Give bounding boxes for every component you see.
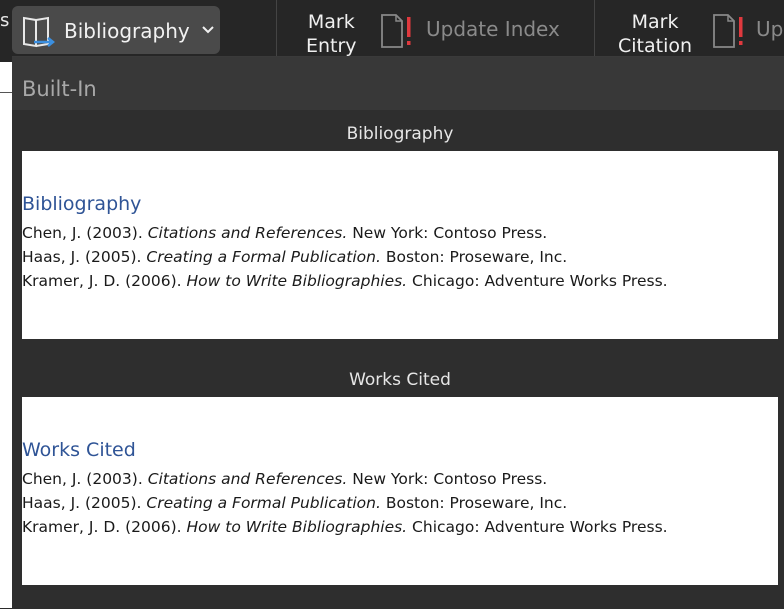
preview-entry: Kramer, J. D. (2006). How to Write Bibli… <box>22 272 668 290</box>
gallery-item-title: Works Cited <box>349 370 451 390</box>
document-page-edge <box>0 62 12 608</box>
preview-heading: Works Cited <box>22 439 136 461</box>
mark-entry-line2: Entry <box>306 35 357 57</box>
preview-entry: Haas, J. (2005). Creating a Formal Publi… <box>22 494 568 512</box>
gallery-item-works-cited[interactable]: Works Cited Chen, J. (2003). Citations a… <box>22 397 778 585</box>
gallery-item-bibliography[interactable]: Bibliography Chen, J. (2003). Citations … <box>22 151 778 339</box>
mark-citation-line2: Citation <box>618 35 693 57</box>
bibliography-button-label: Bibliography <box>64 19 190 43</box>
mark-citation-button[interactable]: Mark Citation <box>618 10 692 58</box>
preview-entry: Chen, J. (2003). Citations and Reference… <box>22 470 548 488</box>
preview-entry: Haas, J. (2005). Creating a Formal Publi… <box>22 248 568 266</box>
gallery-item-title: Bibliography <box>346 124 454 144</box>
update-table-button[interactable]: Up <box>756 17 783 41</box>
doc-alert-icon <box>381 14 411 48</box>
document-rule-line <box>0 92 12 93</box>
preview-entry: Chen, J. (2003). Citations and Reference… <box>22 224 548 242</box>
mark-entry-line1: Mark <box>307 11 355 33</box>
update-index-button[interactable]: Update Index <box>426 17 560 41</box>
doc-alert-icon <box>713 14 743 48</box>
mark-entry-button[interactable]: Mark Entry <box>306 10 357 58</box>
ribbon-separator <box>594 0 595 58</box>
preview-entry: Kramer, J. D. (2006). How to Write Bibli… <box>22 518 668 536</box>
bibliography-gallery-panel: Built-In Bibliography Bibliography Chen,… <box>12 56 784 609</box>
built-in-header-label: Built-In <box>22 77 97 101</box>
chevron-down-icon <box>202 26 214 34</box>
cut-off-ribbon-label: s <box>0 10 10 31</box>
gallery-header: Built-In <box>12 57 784 110</box>
ribbon-separator <box>276 0 277 58</box>
ribbon-toolbar: s Bibliography Mark Entry Update Index M… <box>0 0 784 62</box>
mark-citation-line1: Mark <box>631 11 679 33</box>
preview-heading: Bibliography <box>22 193 142 215</box>
bibliography-dropdown-button[interactable]: Bibliography <box>12 6 220 54</box>
book-icon <box>23 16 56 48</box>
